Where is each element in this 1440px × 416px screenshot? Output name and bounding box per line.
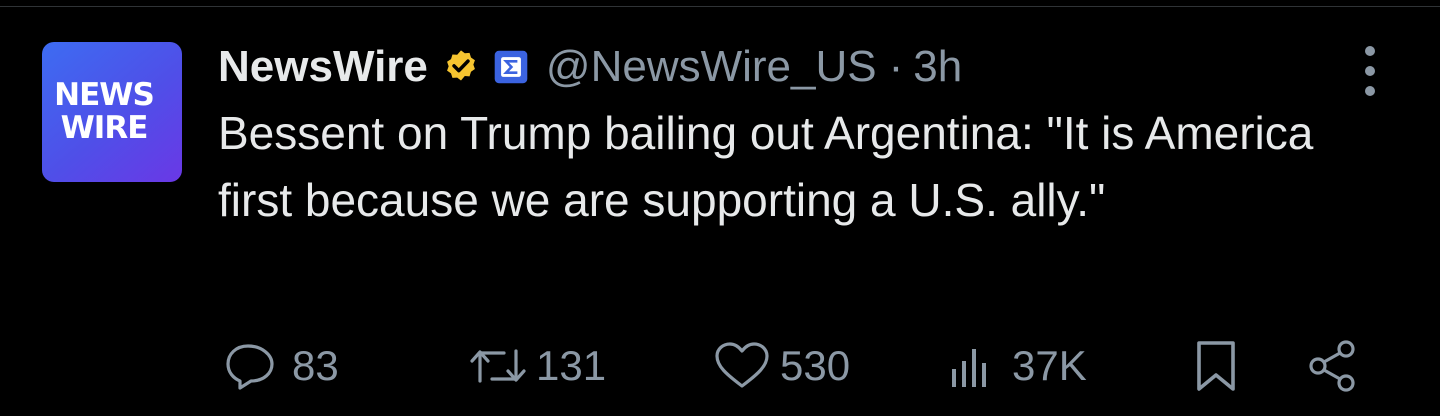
handle[interactable]: @NewsWire_US <box>546 42 877 92</box>
top-divider <box>0 6 1440 7</box>
share-button[interactable] <box>1302 336 1364 396</box>
post-header: NewsWire @NewsWire_US · 3h <box>218 38 962 96</box>
action-bar: 83 131 530 37K <box>0 336 1440 396</box>
more-icon[interactable] <box>1352 46 1388 96</box>
timestamp[interactable]: 3h <box>913 42 962 92</box>
like-button[interactable]: 530 <box>712 336 850 396</box>
reply-icon <box>222 341 284 391</box>
views-icon <box>946 341 1004 391</box>
reply-button[interactable]: 83 <box>222 336 339 396</box>
repost-icon <box>462 341 534 391</box>
view-count: 37K <box>1012 342 1087 389</box>
display-name[interactable]: NewsWire <box>218 42 428 92</box>
reply-count: 83 <box>292 342 339 389</box>
like-icon <box>712 341 772 391</box>
views-button[interactable]: 37K <box>946 336 1087 396</box>
affiliation-icon[interactable] <box>494 50 528 84</box>
post-text: Bessent on Trump bailing out Argentina: … <box>218 107 1314 226</box>
repost-button[interactable]: 131 <box>462 336 606 396</box>
repost-count: 131 <box>536 342 607 389</box>
like-count: 530 <box>780 342 851 389</box>
avatar-text-line-1: NEWS <box>54 77 155 113</box>
bookmark-icon <box>1192 339 1240 393</box>
bookmark-button[interactable] <box>1192 336 1240 396</box>
verified-badge-icon[interactable] <box>442 48 480 86</box>
separator-dot: · <box>888 42 904 91</box>
avatar-text-line-2: WIRE <box>60 110 149 146</box>
share-icon <box>1302 339 1364 393</box>
avatar[interactable]: NEWS WIRE <box>42 42 182 182</box>
